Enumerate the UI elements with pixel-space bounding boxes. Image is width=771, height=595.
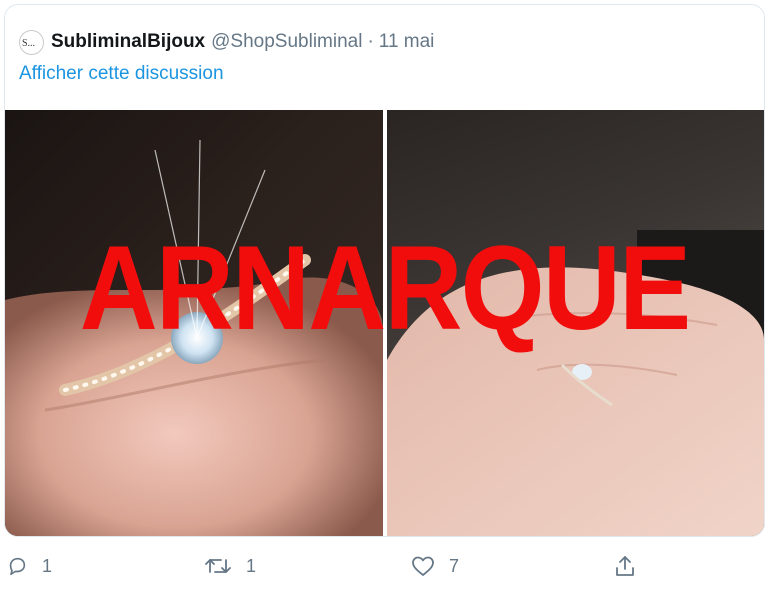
avatar[interactable]: S... [19,29,44,55]
ring-closeup-photo-icon [5,139,383,536]
retweet-button[interactable]: 1 [204,555,256,577]
display-name[interactable]: SubliminalBijoux [51,31,205,53]
reply-button[interactable]: 1 [6,555,52,577]
show-thread-link[interactable]: Afficher cette discussion [19,63,224,85]
reply-count: 1 [42,555,53,576]
tweet-header: S... SubliminalBijoux @ShopSubliminal · … [19,28,434,56]
reply-icon [9,557,26,576]
retweet-count: 1 [246,555,257,576]
avatar-logo-icon: S... [22,38,35,49]
tweet-date[interactable]: 11 mai [379,31,435,53]
photo-left[interactable] [5,110,383,536]
header-separator: · [367,31,374,52]
share-button[interactable] [614,555,636,577]
tweet-card[interactable]: S... SubliminalBijoux @ShopSubliminal · … [4,4,765,537]
like-button[interactable]: 7 [411,555,459,577]
photo-right[interactable] [387,110,764,536]
tweet-media: ARNARQUE [5,110,764,536]
share-icon [616,556,634,576]
svg-text:S...: S... [22,38,35,49]
retweet-icon [205,559,231,573]
tweet-actions: 1 1 7 [0,555,771,585]
ring-hand-photo-icon [387,230,764,536]
user-handle[interactable]: @ShopSubliminal [211,31,362,53]
like-count: 7 [449,555,460,576]
heart-icon [412,556,434,576]
